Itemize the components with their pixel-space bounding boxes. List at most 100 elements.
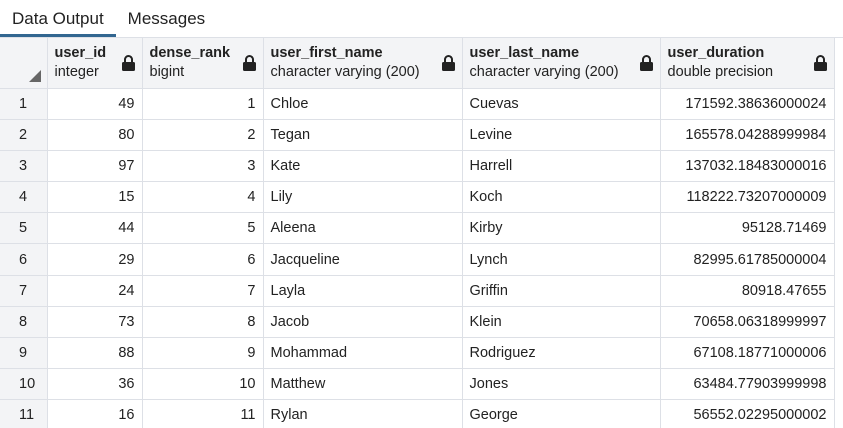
cell-user-id[interactable]: 73 [47,306,143,339]
row-number[interactable]: 1 [0,88,48,120]
cell-user-first-name[interactable]: Rylan [263,399,463,428]
select-all-corner[interactable] [0,38,48,89]
column-name: dense_rank [149,44,231,61]
cell-user-id[interactable]: 36 [47,368,143,401]
table-row[interactable]: 10 36 10 Matthew Jones 63484.77903999998 [0,368,835,401]
column-type: character varying (200) [469,63,619,80]
cell-user-first-name[interactable]: Chloe [263,88,463,120]
tab-messages[interactable]: Messages [116,0,217,37]
column-name: user_last_name [469,44,580,61]
table-row[interactable]: 3 97 3 Kate Harrell 137032.18483000016 [0,150,835,183]
table-row[interactable]: 11 16 11 Rylan George 56552.02295000002 [0,399,835,428]
table-row[interactable]: 9 88 9 Mohammad Rodriguez 67108.18771000006 [0,337,835,370]
cell-user-id[interactable]: 16 [47,399,143,428]
cell-user-first-name[interactable]: Jacob [263,306,463,339]
column-type: double precision [667,63,774,80]
cell-dense-rank[interactable]: 11 [142,399,264,428]
cell-user-id[interactable]: 24 [47,275,143,307]
row-number[interactable]: 8 [0,306,48,339]
lock-icon [441,55,455,71]
column-type: character varying (200) [270,63,420,80]
cell-user-duration[interactable]: 165578.04288999984 [660,119,835,151]
cell-dense-rank[interactable]: 8 [142,306,264,339]
cell-dense-rank[interactable]: 10 [142,368,264,401]
cell-user-duration[interactable]: 137032.18483000016 [660,150,835,183]
cell-dense-rank[interactable]: 7 [142,275,264,307]
row-number[interactable]: 11 [0,399,48,428]
table-row[interactable]: 6 29 6 Jacqueline Lynch 82995.61785000004 [0,243,835,276]
cell-dense-rank[interactable]: 1 [142,88,264,120]
cell-user-id[interactable]: 29 [47,243,143,276]
cell-user-duration[interactable]: 82995.61785000004 [660,243,835,276]
header-row: user_id integer dense_rank bigint user_f… [0,38,835,89]
result-tabs: Data Output Messages [0,0,843,37]
row-number[interactable]: 10 [0,368,48,401]
column-header-user-duration[interactable]: user_duration double precision [660,38,835,89]
table-row[interactable]: 2 80 2 Tegan Levine 165578.04288999984 [0,119,835,151]
cell-user-id[interactable]: 88 [47,337,143,370]
cell-dense-rank[interactable]: 6 [142,243,264,276]
row-number[interactable]: 2 [0,119,48,151]
cell-dense-rank[interactable]: 9 [142,337,264,370]
table-row[interactable]: 4 15 4 Lily Koch 118222.73207000009 [0,181,835,214]
cell-user-first-name[interactable]: Jacqueline [263,243,463,276]
cell-user-last-name[interactable]: Harrell [462,150,661,183]
cell-user-id[interactable]: 15 [47,181,143,214]
cell-dense-rank[interactable]: 2 [142,119,264,151]
tab-data-output[interactable]: Data Output [0,0,116,37]
cell-user-last-name[interactable]: Kirby [462,212,661,245]
cell-user-duration[interactable]: 118222.73207000009 [660,181,835,214]
cell-user-first-name[interactable]: Aleena [263,212,463,245]
cell-user-duration[interactable]: 70658.06318999997 [660,306,835,339]
cell-user-first-name[interactable]: Kate [263,150,463,183]
cell-user-duration[interactable]: 63484.77903999998 [660,368,835,401]
column-header-user-last-name[interactable]: user_last_name character varying (200) [462,38,661,89]
row-number[interactable]: 9 [0,337,48,370]
cell-user-last-name[interactable]: Jones [462,368,661,401]
column-header-user-id[interactable]: user_id integer [47,38,143,89]
row-number[interactable]: 3 [0,150,48,183]
cell-user-id[interactable]: 80 [47,119,143,151]
cell-dense-rank[interactable]: 5 [142,212,264,245]
column-header-user-first-name[interactable]: user_first_name character varying (200) [263,38,463,89]
cell-user-duration[interactable]: 80918.47655 [660,275,835,307]
cell-user-id[interactable]: 49 [47,88,143,120]
cell-user-last-name[interactable]: Levine [462,119,661,151]
cell-user-last-name[interactable]: Rodriguez [462,337,661,370]
cell-user-last-name[interactable]: George [462,399,661,428]
cell-user-duration[interactable]: 56552.02295000002 [660,399,835,428]
cell-user-first-name[interactable]: Tegan [263,119,463,151]
cell-user-first-name[interactable]: Layla [263,275,463,307]
column-name: user_id [54,44,107,61]
cell-dense-rank[interactable]: 3 [142,150,264,183]
results-table: user_id integer dense_rank bigint user_f… [0,38,835,428]
cell-user-last-name[interactable]: Klein [462,306,661,339]
cell-user-last-name[interactable]: Lynch [462,243,661,276]
column-type: integer [54,63,99,80]
data-grid: user_id integer dense_rank bigint user_f… [0,37,843,428]
table-body: 1 49 1 Chloe Cuevas 171592.38636000024 2 80 2 Teg… [0,88,835,428]
cell-user-first-name[interactable]: Matthew [263,368,463,401]
table-row[interactable]: 1 49 1 Chloe Cuevas 171592.38636000024 [0,88,835,120]
row-number[interactable]: 4 [0,181,48,214]
row-number[interactable]: 6 [0,243,48,276]
cell-user-last-name[interactable]: Koch [462,181,661,214]
cell-dense-rank[interactable]: 4 [142,181,264,214]
column-name: user_first_name [270,44,383,61]
table-row[interactable]: 7 24 7 Layla Griffin 80918.47655 [0,275,835,307]
cell-user-duration[interactable]: 171592.38636000024 [660,88,835,120]
select-all-icon [28,69,41,82]
cell-user-first-name[interactable]: Lily [263,181,463,214]
cell-user-duration[interactable]: 95128.71469 [660,212,835,245]
cell-user-last-name[interactable]: Griffin [462,275,661,307]
cell-user-last-name[interactable]: Cuevas [462,88,661,120]
column-header-dense-rank[interactable]: dense_rank bigint [142,38,264,89]
cell-user-first-name[interactable]: Mohammad [263,337,463,370]
table-row[interactable]: 8 73 8 Jacob Klein 70658.06318999997 [0,306,835,339]
cell-user-id[interactable]: 97 [47,150,143,183]
cell-user-id[interactable]: 44 [47,212,143,245]
cell-user-duration[interactable]: 67108.18771000006 [660,337,835,370]
table-row[interactable]: 5 44 5 Aleena Kirby 95128.71469 [0,212,835,245]
row-number[interactable]: 5 [0,212,48,245]
row-number[interactable]: 7 [0,275,48,307]
